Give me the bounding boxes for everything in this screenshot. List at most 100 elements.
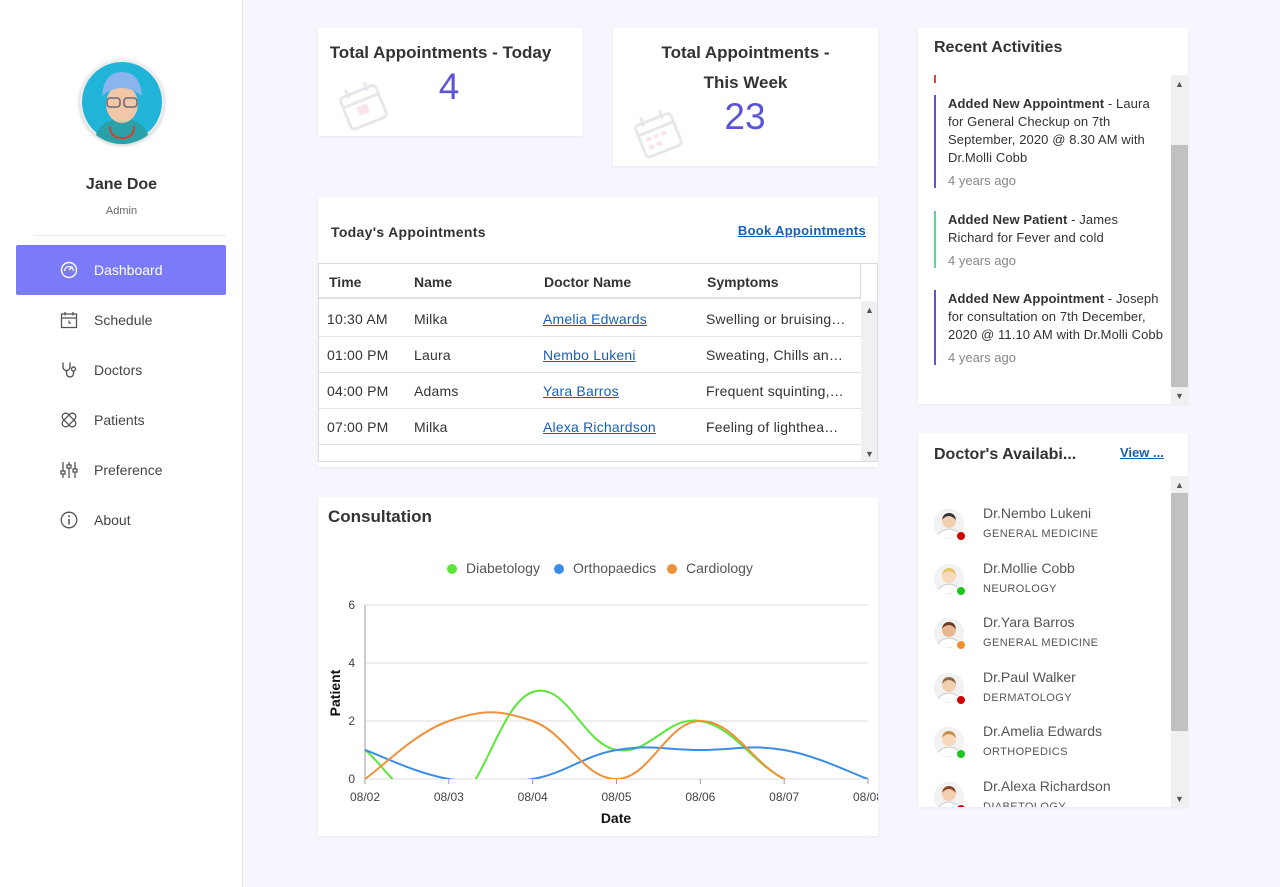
sidebar-item-patients[interactable]: Patients [16,395,226,445]
doctor-list-item[interactable]: Dr.Paul Walker DERMATOLOGY [934,669,1164,719]
scrollbar-thumb[interactable] [1171,145,1188,387]
appointment-time: 01:00 PM [327,347,389,363]
doctor-name-link[interactable]: Yara Barros [543,383,619,399]
status-indicator [956,749,966,760]
legend-item: Diabetology [466,560,540,576]
calendar-icon [60,312,78,329]
info-icon [60,511,78,529]
doctor-list-item[interactable]: Dr.Alexa Richardson DIABETOLOGY [934,778,1164,807]
table-row[interactable]: 01:00 PM Laura Nembo Lukeni Sweating, Chill… [319,337,861,373]
sidebar-item-dashboard[interactable]: Dashboard [16,245,226,295]
scroll-up-icon[interactable]: ▲ [1171,75,1188,92]
activity-text: Added New Appointment - Joseph for consu… [948,290,1166,344]
scrollbar-thumb[interactable] [1171,493,1188,731]
doctor-list-item[interactable]: Dr.Amelia Edwards ORTHOPEDICS [934,723,1164,773]
sliders-icon [60,462,78,478]
sidebar-item-about[interactable]: About [16,495,226,545]
table-row[interactable]: 04:00 PM Adams Yara Barros Frequent squinti… [319,373,861,409]
column-header-time[interactable]: Time [329,274,361,290]
scroll-down-icon[interactable]: ▼ [1171,790,1188,807]
table-body: 10:30 AM Milka Amelia Edwards Swelling or b… [319,301,861,445]
appointment-time: 07:00 PM [327,419,389,435]
activity-time: 4 years ago [948,253,1016,268]
doctor-name: Dr.Alexa Richardson [983,778,1111,794]
doctor-name: Dr.Mollie Cobb [983,559,1075,576]
appointment-time: 04:00 PM [327,383,389,399]
symptoms-text: Sweating, Chills an… [706,347,844,363]
x-tick-label: 08/07 [769,790,799,804]
y-axis-label: Patient [327,669,343,716]
scroll-down-icon[interactable]: ▼ [1171,387,1188,404]
activity-item: Added New Appointment - Joseph for consu… [934,290,1166,365]
doctor-list-item[interactable]: Dr.Nembo Lukeni GENERAL MEDICINE [934,505,1164,555]
doctor-specialty: GENERAL MEDICINE [983,528,1099,540]
stat-value-today: 4 [438,66,460,107]
appointments-card: Today's Appointments Book Appointments T… [318,197,878,467]
sidebar: Jane Doe Admin Dashboard Schedule Doctor… [0,0,243,887]
doctor-specialty: NEUROLOGY [983,582,1057,595]
table-scrollbar[interactable]: ▲ ▼ [861,301,877,461]
doctor-name-link[interactable]: Nembo Lukeni [543,347,636,363]
x-tick-label: 08/04 [518,790,548,804]
stat-card-today: Total Appointments - Today 4 [318,28,583,136]
table-header: Time Name Doctor Name Symptoms [319,264,861,299]
recent-activities-card: Recent Activities Added New Appointment … [918,28,1188,404]
activities-scrollbar[interactable]: ▲ ▼ [1171,75,1188,404]
user-avatar[interactable] [80,60,164,144]
consultation-chart: 0 2 4 6 08/02 08/03 08/04 08/05 08/06 08/07 08/08 D… [327,560,878,826]
scroll-down-icon[interactable]: ▼ [861,445,877,461]
table-row[interactable]: 10:30 AM Milka Amelia Edwards Swelling or b… [319,301,861,337]
header-divider [860,264,861,300]
sidebar-item-label: Patients [94,412,145,428]
doctor-list-item[interactable]: Dr.Mollie Cobb NEUROLOGY [934,560,1164,610]
activity-item: Added New Patient - James Richard for Fe… [934,211,1166,268]
sidebar-item-label: Dashboard [94,262,163,278]
patient-name: Adams [414,383,459,399]
legend-swatch [554,564,564,574]
doctor-name: Dr.Amelia Edwards [983,723,1103,740]
book-appointments-link[interactable]: Book Appointments [738,223,866,238]
sidebar-item-label: Preference [94,462,163,478]
y-tick-label: 4 [348,656,355,670]
doctor-specialty: DERMATOLOGY [983,691,1072,704]
series-line-orthopaedics [365,746,868,779]
status-indicator [956,585,966,596]
stat-value-week: 23 [724,96,766,137]
calendar-icon [339,81,388,131]
appointment-time: 10:30 AM [327,311,388,327]
patient-name: Milka [414,419,448,435]
y-tick-label: 2 [348,714,355,728]
status-indicator [956,640,966,651]
doctor-specialty: DIABETOLOGY [983,801,1067,807]
activity-time: 4 years ago [948,173,1016,188]
x-tick-label: 08/05 [601,790,631,804]
y-tick-label: 6 [348,598,355,612]
appointments-table: Time Name Doctor Name Symptoms 10:30 AM M… [318,263,878,462]
doctors-scrollbar[interactable]: ▲ ▼ [1171,476,1188,807]
activity-item-partial [934,75,936,83]
column-header-name[interactable]: Name [414,274,452,290]
activity-text: Added New Appointment - Laura for Genera… [948,95,1166,167]
doctor-name-link[interactable]: Alexa Richardson [543,419,656,435]
sidebar-item-doctors[interactable]: Doctors [16,345,226,395]
table-row[interactable]: 07:00 PM Milka Alexa Richardson Feeling of … [319,409,861,445]
legend-item: Cardiology [686,560,753,576]
view-all-link[interactable]: View ... [1120,445,1164,460]
scroll-up-icon[interactable]: ▲ [1171,476,1188,493]
availability-title: Doctor's Availabi... [934,446,1077,463]
status-indicator [956,531,966,541]
patient-name: Laura [414,347,451,363]
y-tick-label: 0 [348,772,355,786]
doctor-specialty: ORTHOPEDICS [983,746,1068,759]
sidebar-item-schedule[interactable]: Schedule [16,295,226,345]
column-header-symptoms[interactable]: Symptoms [707,274,779,290]
activity-text: Added New Patient - James Richard for Fe… [948,211,1166,247]
column-header-doctor[interactable]: Doctor Name [544,274,631,290]
legend-swatch [447,564,457,574]
scroll-up-icon[interactable]: ▲ [861,301,877,318]
sidebar-item-preference[interactable]: Preference [16,445,226,495]
doctor-name-link[interactable]: Amelia Edwards [543,311,647,327]
doctor-list-item[interactable]: Dr.Yara Barros GENERAL MEDICINE [934,614,1164,664]
dashboard-icon [60,261,78,279]
doctor-availability-card: Doctor's Availabi... View ... Dr.Nembo L… [918,433,1188,807]
